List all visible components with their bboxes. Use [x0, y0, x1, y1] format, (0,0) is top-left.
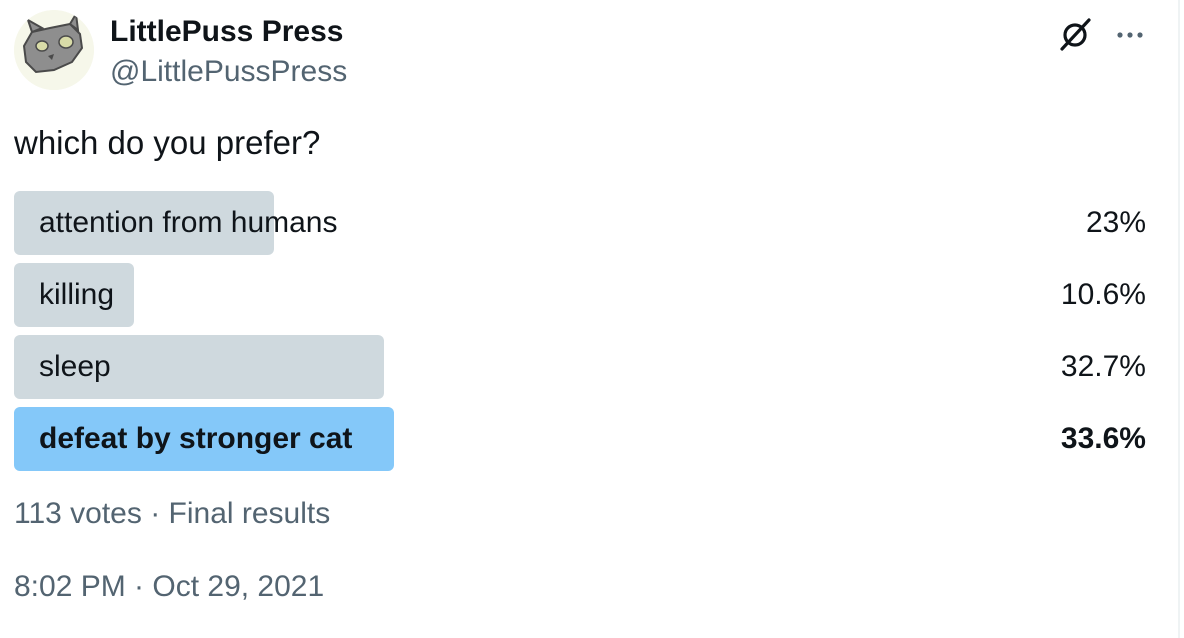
tweet-timestamp[interactable]: 8:02 PM · Oct 29, 2021	[14, 567, 324, 607]
poll-option-label: killing	[39, 278, 115, 311]
avatar[interactable]	[14, 10, 94, 90]
poll-option-label: sleep	[39, 350, 111, 383]
author-names: LittlePuss Press @LittlePussPress	[110, 12, 347, 92]
poll-results-summary: 113 votes · Final results	[14, 497, 331, 530]
poll-option-winner[interactable]: defeat by stronger cat 33.6%	[14, 407, 1146, 471]
poll-option-percent: 23%	[1085, 206, 1146, 239]
tweet-header: LittlePuss Press @LittlePussPress	[14, 10, 1154, 94]
grok-icon[interactable]	[1058, 16, 1094, 52]
timeline-border	[1178, 0, 1180, 638]
poll: attention from humans 23% killing 10.6% …	[14, 191, 1146, 479]
author-handle[interactable]: @LittlePussPress	[110, 52, 347, 92]
tweet-text: which do you prefer?	[14, 124, 321, 161]
poll-option-percent: 10.6%	[1060, 278, 1146, 311]
poll-option[interactable]: killing 10.6%	[14, 263, 1146, 327]
poll-option-percent: 32.7%	[1060, 350, 1146, 383]
poll-option-label: defeat by stronger cat	[39, 422, 353, 455]
poll-option-label: attention from humans	[39, 206, 338, 239]
poll-option[interactable]: sleep 32.7%	[14, 335, 1146, 399]
poll-option-percent: 33.6%	[1060, 422, 1146, 455]
more-icon[interactable]	[1112, 16, 1148, 52]
poll-option[interactable]: attention from humans 23%	[14, 191, 1146, 255]
author-display-name[interactable]: LittlePuss Press	[110, 12, 347, 52]
cat-avatar-icon	[14, 10, 94, 90]
